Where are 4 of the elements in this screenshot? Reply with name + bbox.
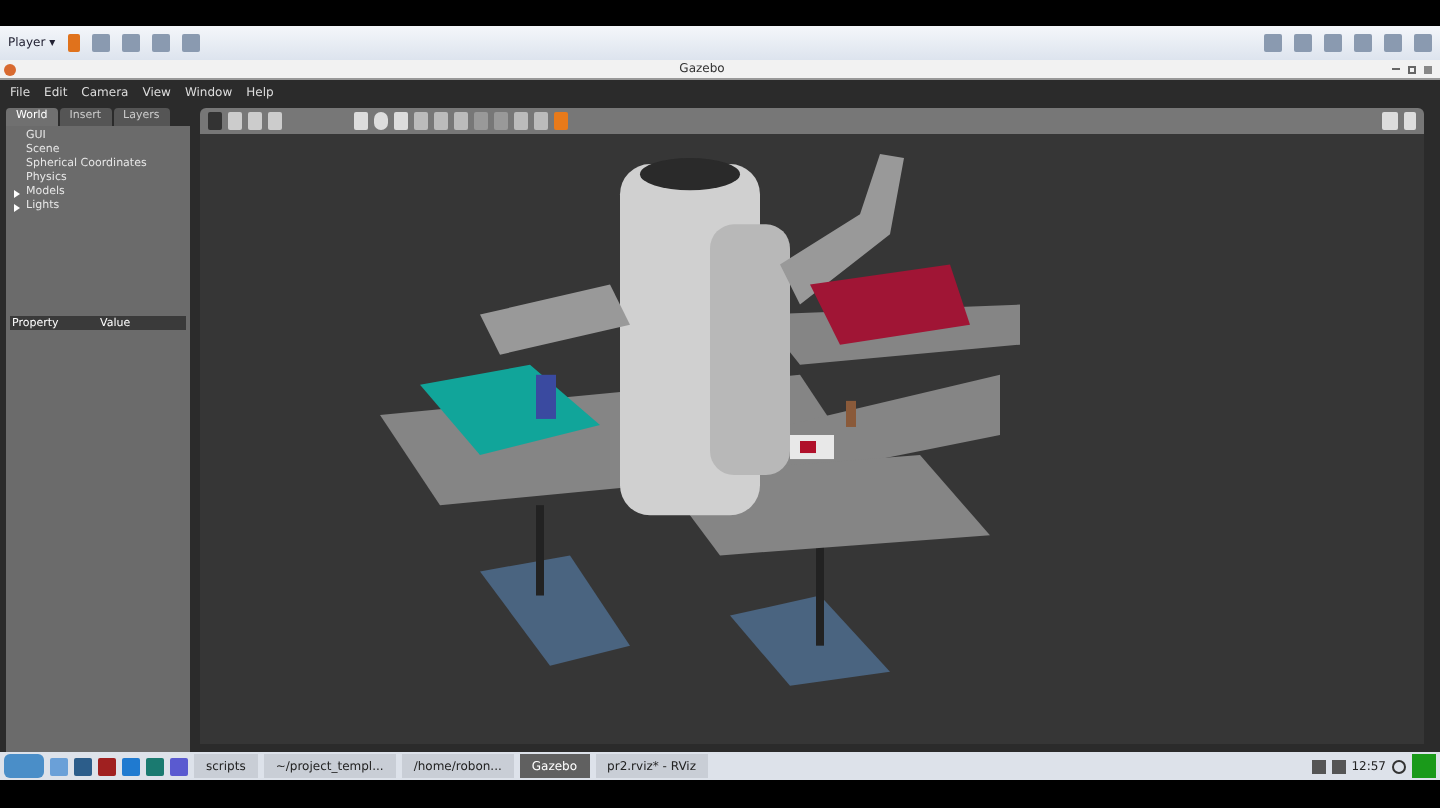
power-icon[interactable]	[1392, 759, 1406, 773]
minimize-icon[interactable]	[1392, 68, 1400, 70]
maximize-icon[interactable]	[1408, 65, 1416, 73]
robot-scene-drawing[interactable]	[200, 134, 1424, 744]
